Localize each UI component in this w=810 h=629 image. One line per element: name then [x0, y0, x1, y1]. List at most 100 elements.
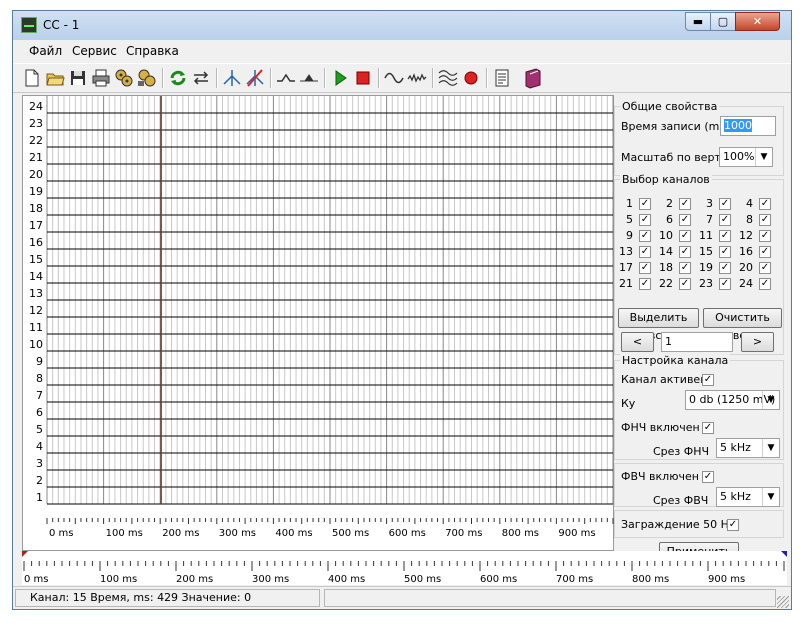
channel-checkbox[interactable]: ✓ [719, 278, 731, 290]
gain-select[interactable]: 0 db (1250 mV) ▼ [685, 390, 780, 410]
peak-fill-icon[interactable] [298, 67, 320, 89]
x-tick-label: 0 ms [49, 528, 74, 539]
channel-checkbox[interactable]: ✓ [639, 214, 651, 226]
multi-wave-icon[interactable] [437, 67, 459, 89]
channel-checkbox[interactable]: ✓ [639, 230, 651, 242]
channel-number: 21 [619, 277, 633, 290]
channel-checkbox[interactable]: ✓ [679, 230, 691, 242]
channel-number: 18 [659, 261, 673, 274]
title-bar[interactable]: CC - 1 ▬ ▢ ✕ [13, 11, 791, 40]
swap-arrows-icon[interactable] [190, 67, 212, 89]
document-icon[interactable] [491, 67, 513, 89]
settings-gears-2-icon[interactable] [136, 67, 158, 89]
new-file-icon[interactable] [21, 67, 43, 89]
channel-checkbox[interactable]: ✓ [719, 246, 731, 258]
apply-button[interactable]: Применить [659, 542, 739, 551]
channel-checkbox[interactable]: ✓ [759, 278, 771, 290]
resize-grip[interactable] [777, 596, 789, 608]
lpf-checkbox[interactable]: ✓ [702, 422, 714, 434]
channel-label: 20 [29, 168, 43, 181]
menu-file[interactable]: Файл [29, 44, 62, 58]
channel-checkbox[interactable]: ✓ [759, 214, 771, 226]
noise-wave-icon[interactable] [406, 67, 428, 89]
current-channel-input[interactable]: 1 [661, 332, 733, 352]
channel-number: 24 [739, 277, 753, 290]
hpf-cut-label: Срез ФВЧ [653, 494, 709, 507]
ruler-tick-label: 200 ms [176, 574, 213, 585]
refresh-icon[interactable] [167, 67, 189, 89]
channel-checkbox[interactable]: ✓ [639, 246, 651, 258]
peak-up-icon[interactable] [275, 67, 297, 89]
window-title: CC - 1 [43, 18, 80, 32]
channel-label: 4 [36, 440, 43, 453]
clear-all-button[interactable]: Очистить все [703, 308, 782, 342]
channel-checkbox[interactable]: ✓ [679, 278, 691, 290]
minimize-button[interactable]: ▬ [685, 12, 711, 31]
ruler-tick-label: 900 ms [708, 574, 745, 585]
toolbar-separator [486, 68, 488, 88]
record-icon[interactable] [460, 67, 482, 89]
ruler-tick-label: 400 ms [328, 574, 365, 585]
record-time-input[interactable]: 1000 [720, 116, 776, 136]
close-button[interactable]: ✕ [735, 12, 780, 31]
record-time-label: Время записи (ms) [621, 120, 730, 133]
channel-label: 3 [36, 457, 43, 470]
channel-checkbox[interactable]: ✓ [719, 198, 731, 210]
channel-label: 8 [36, 372, 43, 385]
book-icon[interactable] [522, 67, 544, 89]
channel-active-checkbox[interactable]: ✓ [702, 374, 714, 386]
status-panel-empty [324, 589, 776, 607]
channel-checkbox[interactable]: ✓ [759, 198, 771, 210]
channel-label: 2 [36, 474, 43, 487]
cursor-lines-icon[interactable] [221, 67, 243, 89]
play-icon[interactable] [329, 67, 351, 89]
gain-label: Ку [621, 397, 636, 410]
channel-checkbox[interactable]: ✓ [679, 262, 691, 274]
prev-channel-button[interactable]: < [621, 332, 654, 352]
channel-number: 20 [739, 261, 753, 274]
channel-checkbox[interactable]: ✓ [759, 230, 771, 242]
hpf-checkbox[interactable]: ✓ [702, 471, 714, 483]
ruler-tick-label: 800 ms [632, 574, 669, 585]
channel-checkbox[interactable]: ✓ [719, 262, 731, 274]
channel-checkbox[interactable]: ✓ [639, 262, 651, 274]
channel-checkbox[interactable]: ✓ [679, 214, 691, 226]
channel-label: 11 [29, 321, 43, 334]
channel-checkbox[interactable]: ✓ [639, 278, 651, 290]
group-channel-settings-title: Настройка канала [620, 354, 731, 367]
plot-canvas[interactable]: 2423222120191817161514131211109876543210… [23, 96, 615, 552]
x-tick-label: 300 ms [219, 528, 256, 539]
next-channel-button[interactable]: > [741, 332, 774, 352]
channel-label: 7 [36, 389, 43, 402]
vert-scale-value: 100% [723, 150, 755, 163]
cursor-off-icon[interactable] [244, 67, 266, 89]
channel-checkbox[interactable]: ✓ [759, 262, 771, 274]
menu-help[interactable]: Справка [126, 44, 179, 58]
maximize-button[interactable]: ▢ [710, 12, 736, 31]
channel-checkbox[interactable]: ✓ [679, 246, 691, 258]
print-icon[interactable] [90, 67, 112, 89]
channel-checkbox[interactable]: ✓ [719, 230, 731, 242]
open-folder-icon[interactable] [44, 67, 66, 89]
channel-checkbox[interactable]: ✓ [679, 198, 691, 210]
record-time-value: 1000 [724, 119, 752, 132]
select-all-button[interactable]: Выделить все [618, 308, 699, 342]
channel-checkbox[interactable]: ✓ [759, 246, 771, 258]
stop-icon[interactable] [352, 67, 374, 89]
vert-scale-select[interactable]: 100% ▼ [719, 147, 773, 167]
sine-wave-icon[interactable] [383, 67, 405, 89]
menu-service[interactable]: Сервис [72, 44, 117, 58]
settings-gears-icon[interactable] [113, 67, 135, 89]
signal-plot[interactable]: 24 23 22 21 20 19 18 17 16 15 14 13 12 11 10 9 8 7 6 5 4 3 2 1 0… [22, 95, 614, 551]
channel-number: 6 [666, 213, 673, 226]
channel-checkbox[interactable]: ✓ [719, 214, 731, 226]
hpf-cut-select[interactable]: 5 kHz ▼ [716, 487, 780, 507]
lpf-cut-select[interactable]: 5 kHz ▼ [716, 438, 780, 458]
channel-checkbox[interactable]: ✓ [639, 198, 651, 210]
time-ruler[interactable]: 0 ms 100 ms 200 ms 300 ms 400 ms 500 ms 600 ms… [22, 551, 787, 585]
save-icon[interactable] [67, 67, 89, 89]
channel-number: 10 [659, 229, 673, 242]
ruler-canvas[interactable]: 0 ms 100 ms 200 ms 300 ms 400 ms 500 ms 600 ms… [22, 551, 787, 585]
notch-checkbox[interactable]: ✓ [727, 519, 739, 531]
ruler-tick-label: 600 ms [480, 574, 517, 585]
